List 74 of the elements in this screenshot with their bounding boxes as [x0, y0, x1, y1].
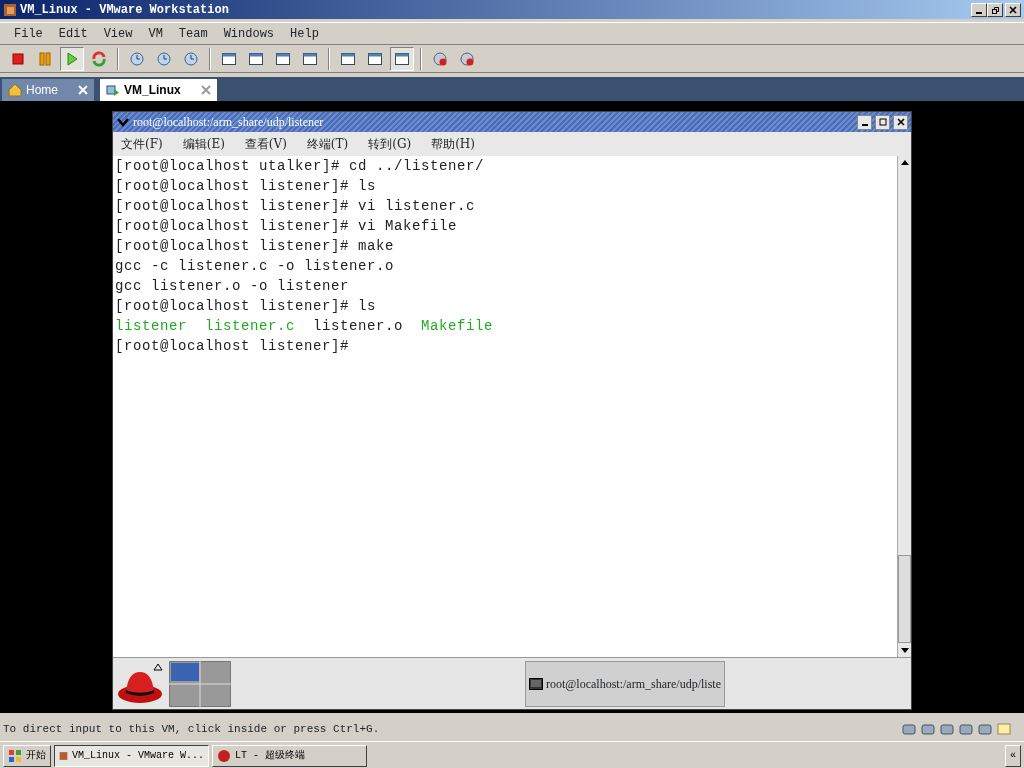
menu-item[interactable]: 编辑(E)	[182, 135, 225, 153]
maximize-button[interactable]	[875, 114, 890, 130]
window-icon	[394, 50, 410, 67]
window-icon	[302, 50, 318, 67]
disc-icon	[432, 50, 448, 67]
terminal-line: gcc -c listener.c -o listener.o	[115, 258, 395, 274]
close-icon	[200, 85, 211, 95]
minimize-icon	[861, 124, 868, 126]
menu-item[interactable]: 查看(V)	[244, 135, 287, 153]
menu-item[interactable]: VM	[140, 24, 171, 43]
terminal-line: [root@localhost listener]# vi Makefile	[115, 218, 458, 234]
play-button[interactable]	[60, 46, 84, 71]
terminal-line: [root@localhost utalker]# cd ../listener/	[115, 158, 485, 174]
app-icon	[3, 2, 17, 17]
tab[interactable]: VM_Linux	[100, 79, 217, 101]
disc-icon	[459, 50, 475, 67]
window-icon	[248, 50, 264, 67]
close-button[interactable]	[893, 114, 908, 130]
scrollbar[interactable]	[897, 156, 911, 657]
play-icon	[64, 50, 80, 67]
menu-item[interactable]: 帮助(H)	[431, 135, 475, 153]
terminal-line: [root@localhost listener]# vi listener.c	[115, 198, 476, 214]
windows-logo-icon	[8, 748, 22, 763]
hat-icon	[116, 661, 166, 706]
window-icon	[340, 50, 356, 67]
scrollbar-thumb[interactable]	[898, 555, 911, 643]
menu-item[interactable]: 转到(G)	[368, 135, 412, 153]
menu-item[interactable]: 文件(F)	[121, 135, 163, 153]
taskbar-button[interactable]: root@localhost:/arm_share/udp/liste	[525, 660, 725, 707]
taskbar-button[interactable]: LT - 超级终端	[212, 744, 367, 767]
terminal-line: [root@localhost listener]#	[115, 338, 350, 354]
file-name: listener	[115, 318, 187, 334]
window-button[interactable]	[390, 46, 414, 71]
close-icon	[78, 85, 88, 95]
chevron-button[interactable]: «	[1005, 744, 1021, 767]
menu-item[interactable]: 终端(T)	[306, 135, 349, 153]
menu-item[interactable]: Team	[170, 24, 216, 43]
terminal-line: [root@localhost listener]# ls	[115, 298, 377, 314]
restore-button[interactable]	[987, 2, 1003, 17]
menu-item[interactable]: Windows	[215, 24, 283, 43]
terminal-icon	[529, 677, 543, 690]
window-title: root@localhost:/arm_share/udp/listener	[133, 114, 324, 131]
terminal-line: [root@localhost listener]# make	[115, 238, 395, 254]
window-icon	[367, 50, 383, 67]
file-name: Makefile	[421, 318, 494, 334]
window-icon	[275, 50, 291, 67]
note-icon	[996, 721, 1012, 737]
menu-item[interactable]: File	[6, 24, 51, 43]
file-name: listener.c	[205, 318, 296, 334]
window-title: VM_Linux - VMware Workstation	[20, 1, 229, 19]
terminal-line: gcc listener.o -o listener	[115, 278, 350, 294]
minimize-icon	[976, 11, 982, 14]
pause-icon	[37, 50, 53, 67]
menu-item[interactable]: Edit	[50, 24, 96, 43]
close-icon	[895, 117, 906, 127]
minimize-button[interactable]	[857, 114, 872, 130]
restore-icon	[990, 4, 1000, 15]
house-icon	[8, 83, 22, 97]
file-name: listener.o	[313, 318, 404, 334]
clock-icon	[156, 50, 172, 67]
terminal-line: [root@localhost listener]# ls	[115, 178, 377, 194]
window-icon	[221, 50, 237, 67]
tab[interactable]: Home	[2, 79, 94, 101]
menu-item[interactable]: Help	[282, 24, 327, 43]
menu-item[interactable]: View	[95, 24, 141, 43]
status-text: To direct input to this VM, click inside or press Ctrl+G.	[3, 721, 380, 737]
clock-icon	[183, 50, 199, 67]
maximize-icon	[877, 117, 888, 127]
start-button[interactable]: 开始	[3, 744, 51, 767]
clock-icon	[129, 50, 145, 67]
taskbar-button[interactable]: VM_Linux - VMware W...	[54, 744, 209, 767]
stop-icon	[10, 50, 26, 67]
close-icon	[1008, 4, 1018, 15]
reset-icon	[91, 50, 107, 67]
